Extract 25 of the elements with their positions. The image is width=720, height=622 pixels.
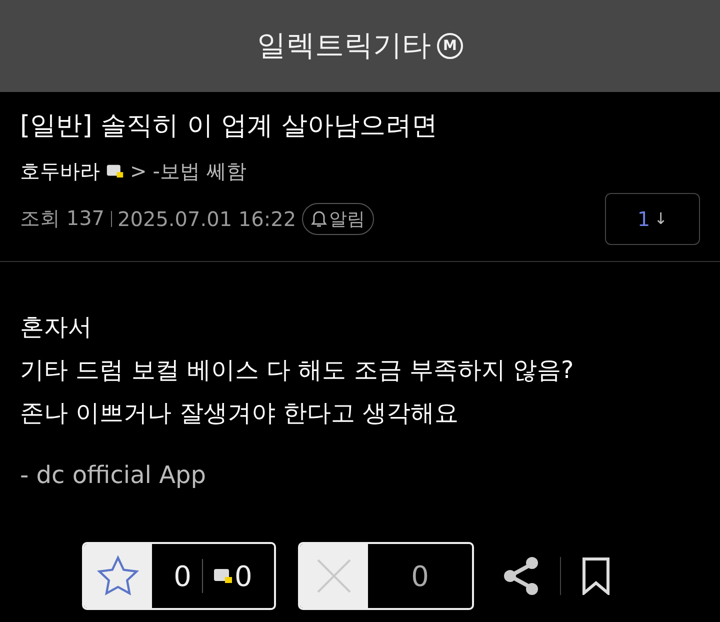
share-button[interactable] <box>502 556 540 596</box>
post-title: [일반] 솔직히 이 업계 살아남으려면 <box>20 110 438 143</box>
bookmark-button[interactable] <box>581 557 611 595</box>
author-name[interactable]: 호두바라 <box>20 158 100 185</box>
signature-text: - dc official App <box>20 461 207 489</box>
bookmark-icon <box>581 557 611 595</box>
bell-icon <box>311 210 328 228</box>
close-icon <box>316 558 352 594</box>
minor-badge: M <box>437 33 463 59</box>
alert-button[interactable]: 알림 <box>302 202 374 235</box>
gallery-title: 일렉트릭기타 <box>257 27 431 64</box>
post-text: 존나 이쁘거나 잘생겨야 한다고 생각해요 <box>20 398 460 429</box>
unrecommend-count: 0 <box>411 560 429 592</box>
post-date: 2025.07.01 16:22 <box>118 206 296 231</box>
fixed-recommend-count: 0 <box>234 560 252 592</box>
comment-button[interactable]: 1 ↓ <box>605 192 700 245</box>
share-icon <box>502 556 540 596</box>
star-icon <box>96 555 140 597</box>
post-category: -보법 쎄함 <box>152 158 246 185</box>
view-count: 조회 137 <box>20 205 105 232</box>
chevron-text: > <box>130 159 147 184</box>
post-text: 기타 드럼 보컬 베이스 다 해도 조금 부족하지 않음? <box>20 355 575 386</box>
recommend-button[interactable] <box>84 544 152 608</box>
post-text: 혼자서 <box>20 312 93 343</box>
recommend-count: 0 <box>174 560 192 592</box>
